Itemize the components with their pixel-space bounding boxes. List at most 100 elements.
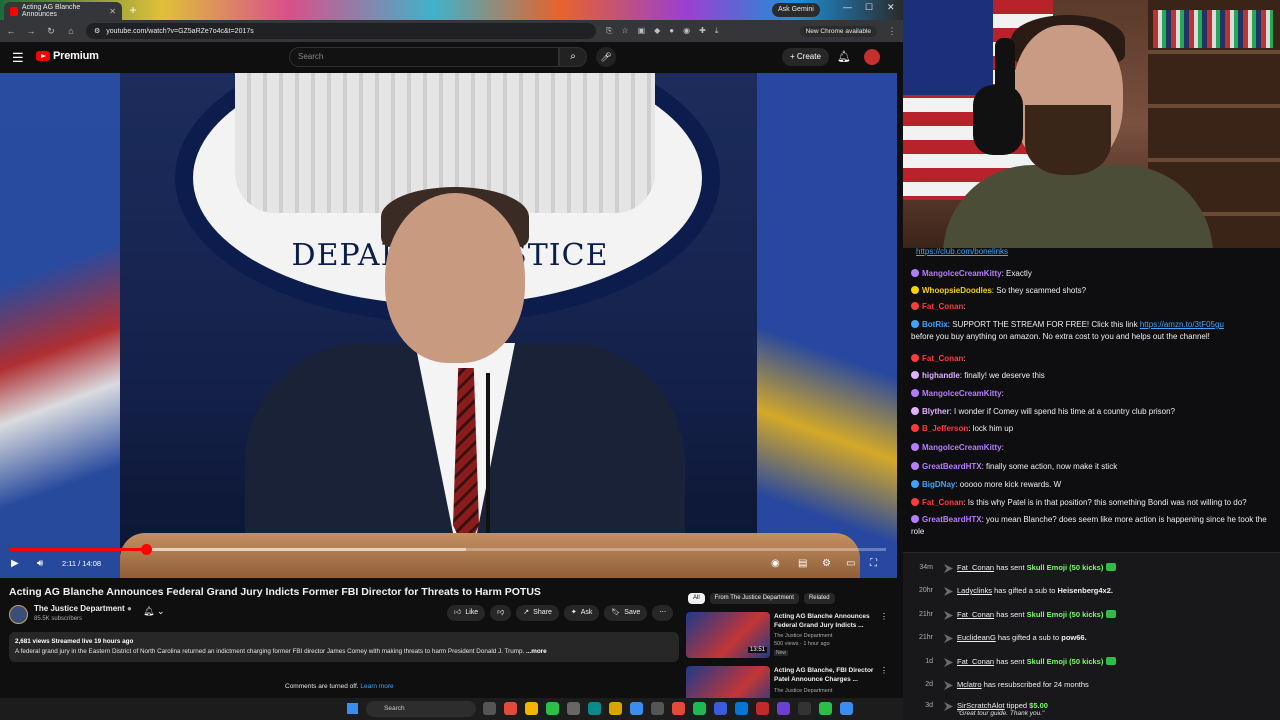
taskbar-search[interactable]: Search bbox=[366, 701, 476, 717]
play-icon[interactable]: ▶ bbox=[11, 558, 19, 569]
ask-button[interactable]: ✦ Ask bbox=[563, 605, 600, 621]
event-username[interactable]: Fat_Conan bbox=[957, 563, 994, 572]
app-icon[interactable] bbox=[546, 702, 559, 715]
edge-icon[interactable] bbox=[735, 702, 748, 715]
extension-icon[interactable]: ◆ bbox=[654, 26, 660, 36]
chat-username[interactable]: BigDNay bbox=[922, 480, 955, 489]
back-icon[interactable]: ← bbox=[6, 26, 16, 36]
download-icon[interactable]: ⤓ bbox=[715, 26, 719, 36]
miniplayer-icon[interactable]: ▭ bbox=[846, 558, 855, 569]
chat-username[interactable]: MangoIceCreamKitty bbox=[922, 443, 1002, 452]
menu-kebab-icon[interactable]: ⋮ bbox=[887, 26, 897, 37]
app-icon[interactable] bbox=[714, 702, 727, 715]
chip-from-channel[interactable]: From The Justice Department bbox=[709, 593, 799, 604]
chat-link[interactable]: https://club.com/bonelinks bbox=[916, 246, 1008, 258]
volume-icon[interactable]: 🔊︎ bbox=[37, 558, 43, 569]
ask-gemini-button[interactable]: Ask Gemini bbox=[772, 3, 820, 17]
chip-related[interactable]: Related bbox=[803, 593, 835, 604]
file-explorer-icon[interactable] bbox=[609, 702, 622, 715]
app-icon[interactable] bbox=[567, 702, 580, 715]
learn-more-link[interactable]: Learn more bbox=[360, 683, 393, 690]
reload-icon[interactable]: ↻ bbox=[46, 26, 56, 37]
event-username[interactable]: Ladyclinks bbox=[957, 586, 992, 595]
chat-username[interactable]: B_Jefferson bbox=[922, 424, 968, 433]
scrubber-handle[interactable] bbox=[140, 544, 152, 555]
microphone-icon[interactable]: 🎤︎ bbox=[596, 47, 616, 67]
event-username[interactable]: Fat_Conan bbox=[957, 610, 994, 619]
close-window-icon[interactable]: ✕ bbox=[887, 2, 895, 13]
chrome-icon[interactable] bbox=[525, 702, 538, 715]
forward-icon[interactable]: → bbox=[26, 26, 36, 36]
video-progress-bar[interactable] bbox=[10, 544, 886, 555]
spotify-icon[interactable] bbox=[693, 702, 706, 715]
share-button[interactable]: ↗ Share bbox=[516, 605, 559, 621]
app-icon[interactable] bbox=[651, 702, 664, 715]
close-tab-icon[interactable]: ✕ bbox=[109, 7, 116, 16]
chat-username[interactable]: highandle bbox=[922, 371, 960, 380]
app-icon[interactable] bbox=[840, 702, 853, 715]
home-icon[interactable]: ⌂ bbox=[66, 26, 76, 36]
chat-username[interactable]: MangoIceCreamKitty bbox=[922, 269, 1002, 278]
hamburger-menu-icon[interactable]: ☰ bbox=[12, 50, 24, 66]
app-icon[interactable] bbox=[798, 702, 811, 715]
chat-link[interactable]: https://amzn.to/3tF05gu bbox=[1140, 320, 1224, 329]
tab-youtube[interactable]: Acting AG Blanche Announces ✕ bbox=[4, 2, 122, 20]
new-chrome-available-button[interactable]: New Chrome available bbox=[799, 25, 877, 37]
chat-username[interactable]: Blyther bbox=[922, 407, 950, 416]
app-icon[interactable] bbox=[756, 702, 769, 715]
app-icon[interactable] bbox=[588, 702, 601, 715]
channel-name[interactable]: The Justice Department ● bbox=[34, 604, 132, 613]
app-icon[interactable] bbox=[630, 702, 643, 715]
app-icon[interactable] bbox=[819, 702, 832, 715]
chat-username[interactable]: GreatBeardHTX bbox=[922, 462, 982, 471]
description-more[interactable]: ...more bbox=[526, 648, 547, 655]
chat-username[interactable]: MangoIceCreamKitty bbox=[922, 389, 1002, 398]
windows-start-icon[interactable] bbox=[347, 703, 358, 714]
event-username[interactable]: Mclatro bbox=[957, 680, 982, 689]
more-options-icon[interactable]: ⋮ bbox=[880, 666, 888, 675]
chat-username[interactable]: Fat_Conan bbox=[922, 498, 963, 507]
app-icon[interactable] bbox=[672, 702, 685, 715]
bookmark-star-icon[interactable]: ☆ bbox=[621, 26, 628, 36]
dislike-button[interactable]: 👎︎ bbox=[490, 605, 512, 621]
like-button[interactable]: 👍︎ Like bbox=[447, 605, 486, 621]
new-tab-button[interactable]: + bbox=[126, 3, 140, 17]
search-input[interactable]: Search bbox=[289, 47, 559, 67]
minimize-icon[interactable]: — bbox=[843, 2, 852, 12]
event-username[interactable]: Fat_Conan bbox=[957, 657, 994, 666]
settings-gear-icon[interactable]: ⚙ bbox=[822, 558, 831, 569]
create-button[interactable]: + Create bbox=[782, 48, 829, 66]
save-button[interactable]: 🔖︎ Save bbox=[604, 605, 648, 621]
chat-username[interactable]: GreatBeardHTX bbox=[922, 515, 982, 524]
channel-avatar[interactable] bbox=[9, 605, 28, 624]
extension-icon[interactable]: ▣ bbox=[638, 26, 646, 36]
youtube-logo[interactable]: Premium bbox=[36, 50, 99, 62]
event-username[interactable]: EuclideanG bbox=[957, 633, 996, 642]
puzzle-icon[interactable]: ✚ bbox=[699, 26, 706, 36]
chat-username[interactable]: Fat_Conan bbox=[922, 302, 963, 311]
account-avatar[interactable] bbox=[864, 49, 880, 65]
app-icon[interactable] bbox=[777, 702, 790, 715]
chat-username[interactable]: BotRix bbox=[922, 320, 948, 329]
more-options-icon[interactable]: ⋮ bbox=[880, 612, 888, 621]
install-icon[interactable]: ⎘ bbox=[606, 26, 612, 36]
subscribe-bell-button[interactable]: 🔔︎ ⌄ bbox=[143, 606, 165, 622]
url-bar[interactable]: ⚙ youtube.com/watch?v=GZ5aRZe7o4c&t=2017… bbox=[86, 23, 596, 39]
recommended-video[interactable]: Acting AG Blanche, FBI Director Patel An… bbox=[686, 666, 891, 698]
autoplay-toggle-icon[interactable]: ◉ bbox=[771, 558, 780, 569]
video-player[interactable]: DEPARTM JUSTICE bbox=[0, 73, 897, 578]
task-view-icon[interactable] bbox=[483, 702, 496, 715]
video-thumbnail[interactable] bbox=[686, 666, 770, 698]
chat-username[interactable]: Fat_Conan bbox=[922, 354, 963, 363]
notifications-bell-icon[interactable]: 🔔︎ bbox=[837, 50, 851, 63]
app-icon[interactable] bbox=[504, 702, 517, 715]
recommended-video[interactable]: 13:51 Acting AG Blanche Announces Federa… bbox=[686, 612, 891, 662]
extension-icon[interactable]: ● bbox=[669, 26, 674, 36]
more-actions-button[interactable]: ⋯ bbox=[652, 605, 674, 621]
event-username[interactable]: SirScratchAlot bbox=[957, 701, 1005, 710]
fullscreen-icon[interactable]: ⛶ bbox=[870, 558, 877, 569]
search-icon[interactable]: ⌕ bbox=[559, 47, 587, 67]
extension-icon[interactable]: ◉ bbox=[683, 26, 690, 36]
subtitles-icon[interactable]: ▤ bbox=[798, 558, 807, 569]
chat-username[interactable]: WhoopsieDoodles bbox=[922, 286, 992, 295]
